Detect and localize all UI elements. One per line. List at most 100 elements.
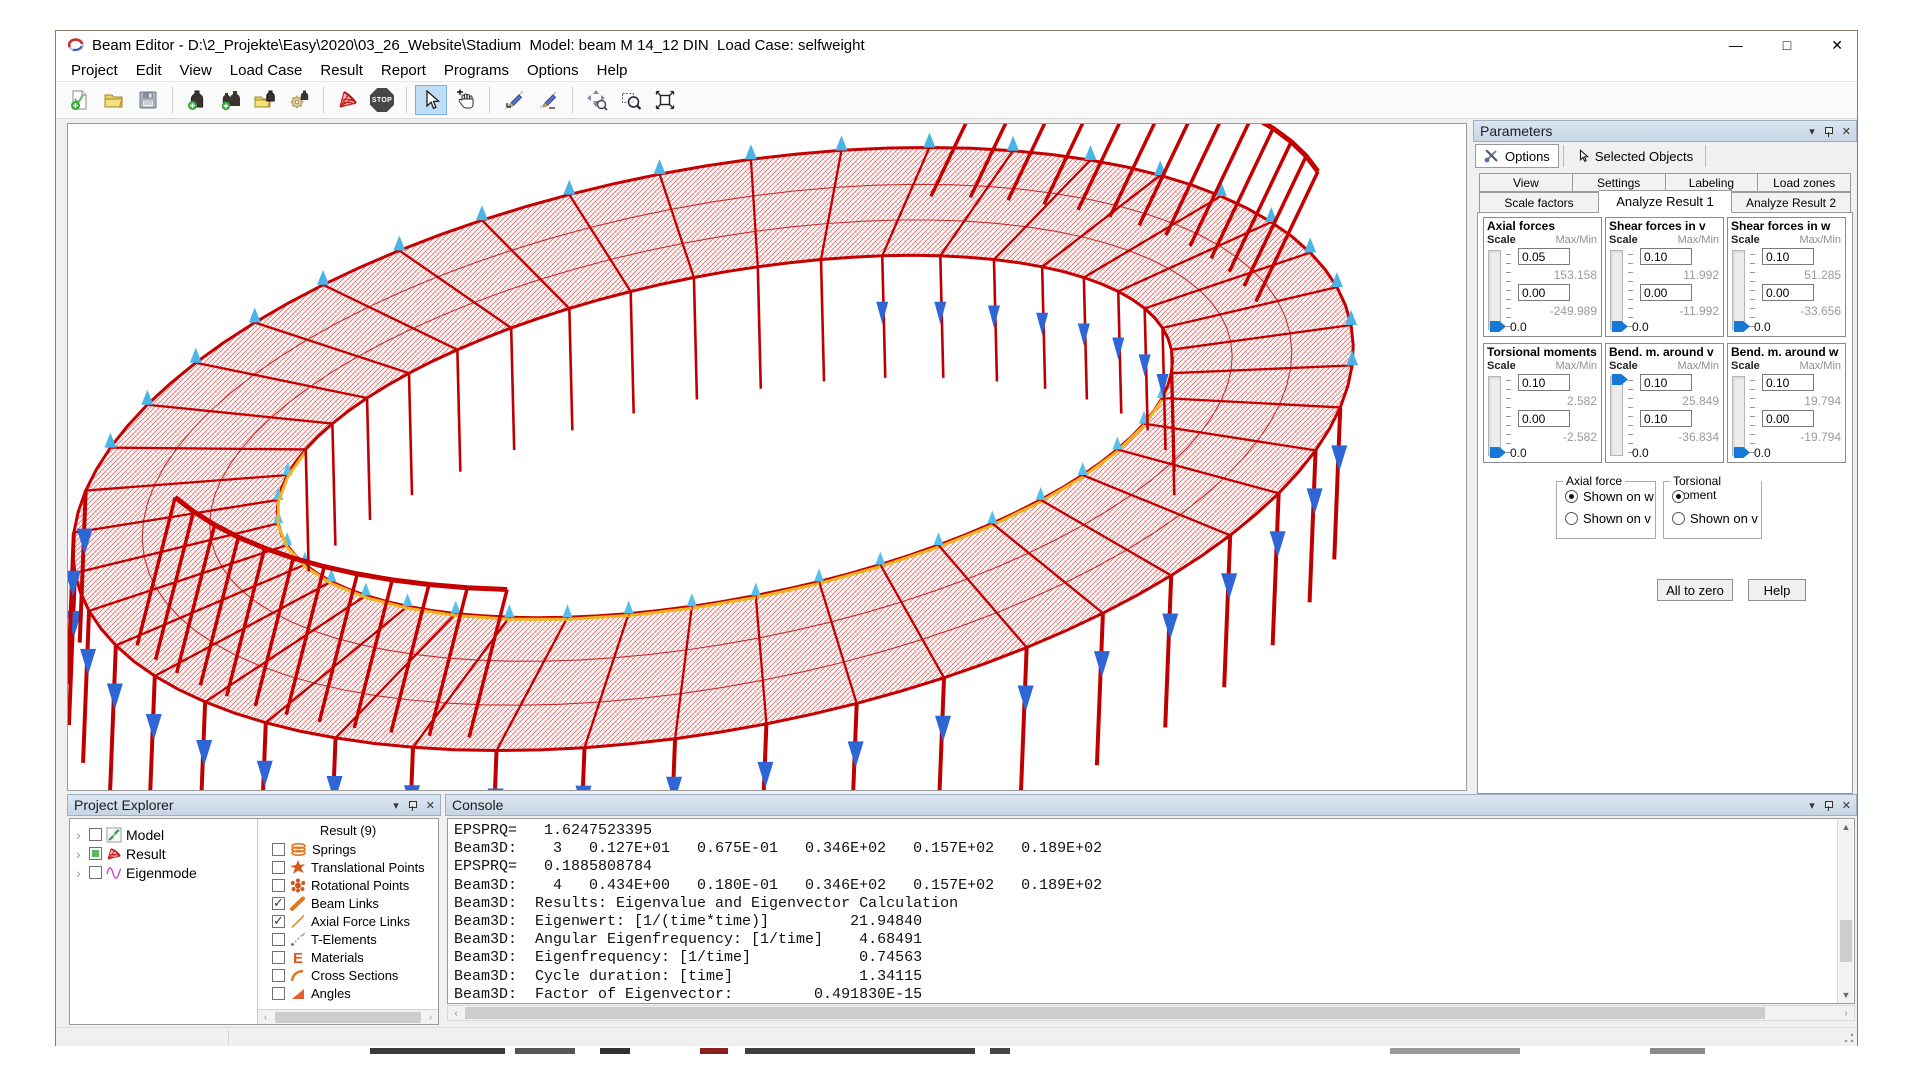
- slider-thumb[interactable]: [1490, 447, 1506, 458]
- tree-item-model[interactable]: › Model: [70, 825, 257, 844]
- scale-slider[interactable]: [1488, 250, 1501, 330]
- menu-help[interactable]: Help: [588, 60, 637, 81]
- tab-scale-factors[interactable]: Scale factors: [1479, 192, 1599, 213]
- maximize-button[interactable]: □: [1783, 37, 1791, 53]
- stop-button[interactable]: STOP: [366, 85, 398, 115]
- scale-min-input[interactable]: 0.00: [1518, 410, 1570, 427]
- project-explorer-header[interactable]: Project Explorer ▾ ✕: [67, 794, 441, 816]
- list-item-cross-sections[interactable]: Cross Sections: [258, 966, 438, 984]
- pin-icon[interactable]: [1824, 127, 1833, 138]
- move-view-button[interactable]: [581, 85, 613, 115]
- list-item-springs[interactable]: Springs: [258, 840, 438, 858]
- close-button[interactable]: ✕: [1831, 37, 1843, 54]
- checkbox[interactable]: [272, 987, 285, 1000]
- scroll-right-icon[interactable]: ›: [423, 1012, 438, 1023]
- loadcase-settings-button[interactable]: [283, 85, 315, 115]
- radio-icon[interactable]: [1672, 512, 1685, 525]
- scale-slider[interactable]: [1488, 376, 1501, 456]
- scale-max-input[interactable]: 0.10: [1762, 248, 1814, 265]
- scale-slider[interactable]: [1610, 250, 1623, 330]
- scroll-thumb[interactable]: [275, 1012, 421, 1023]
- scroll-down-icon[interactable]: ▼: [1838, 988, 1854, 1003]
- checkbox[interactable]: [272, 969, 285, 982]
- chevron-down-icon[interactable]: ▾: [1809, 127, 1815, 138]
- pin-icon[interactable]: [408, 801, 417, 812]
- all-to-zero-button[interactable]: All to zero: [1657, 579, 1733, 601]
- scale-max-input[interactable]: 0.05: [1518, 248, 1570, 265]
- close-icon[interactable]: ✕: [426, 801, 435, 812]
- help-button[interactable]: Help: [1748, 579, 1806, 601]
- scroll-left-icon[interactable]: ‹: [448, 1008, 464, 1019]
- checkbox[interactable]: [272, 861, 285, 874]
- console-header[interactable]: Console ▾ ✕: [445, 794, 1857, 816]
- console-vscrollbar[interactable]: ▲ ▼: [1837, 820, 1853, 1003]
- menu-options[interactable]: Options: [518, 60, 588, 81]
- checkbox[interactable]: [89, 847, 102, 860]
- slider-thumb[interactable]: [1612, 321, 1628, 332]
- list-item-angles[interactable]: Angles: [258, 984, 438, 1002]
- zoom-window-button[interactable]: [615, 85, 647, 115]
- checkbox[interactable]: [272, 951, 285, 964]
- expand-icon[interactable]: ›: [76, 828, 85, 842]
- scale-min-input[interactable]: 0.00: [1640, 284, 1692, 301]
- pin-icon[interactable]: [1824, 801, 1833, 812]
- expand-icon[interactable]: ›: [76, 847, 85, 861]
- show-results-button[interactable]: [332, 85, 364, 115]
- checkbox[interactable]: [272, 843, 285, 856]
- scroll-thumb[interactable]: [465, 1007, 1765, 1019]
- radio-icon[interactable]: [1565, 512, 1578, 525]
- select-cursor-button[interactable]: [415, 85, 447, 115]
- scale-max-input[interactable]: 0.10: [1518, 374, 1570, 391]
- save-model-button[interactable]: [132, 85, 164, 115]
- scale-slider[interactable]: [1732, 250, 1745, 330]
- checkbox[interactable]: [89, 828, 102, 841]
- tab-analyze-result-1[interactable]: Analyze Result 1: [1599, 190, 1732, 213]
- pan-button[interactable]: [449, 85, 481, 115]
- tab-selected-objects[interactable]: Selected Objects: [1568, 144, 1701, 168]
- add-loadcases-button[interactable]: [215, 85, 247, 115]
- scale-max-input[interactable]: 0.10: [1640, 248, 1692, 265]
- resize-grip-icon[interactable]: [1844, 1033, 1854, 1043]
- list-item-materials[interactable]: E Materials: [258, 948, 438, 966]
- list-item-t-elements[interactable]: T-Elements: [258, 930, 438, 948]
- menu-load-case[interactable]: Load Case: [221, 60, 312, 81]
- menu-result[interactable]: Result: [311, 60, 372, 81]
- parameters-header[interactable]: Parameters ▾ ✕: [1473, 120, 1857, 142]
- slider-thumb[interactable]: [1612, 374, 1628, 385]
- slider-thumb[interactable]: [1734, 447, 1750, 458]
- radio-shown-on-w[interactable]: Shown on w: [1565, 489, 1655, 504]
- scale-max-input[interactable]: 0.10: [1762, 374, 1814, 391]
- scroll-thumb[interactable]: [1840, 920, 1852, 962]
- checkbox[interactable]: [272, 933, 285, 946]
- tab-view[interactable]: View: [1479, 173, 1573, 192]
- open-loadcase-button[interactable]: [249, 85, 281, 115]
- checkbox[interactable]: [89, 866, 102, 879]
- tab-analyze-result-2[interactable]: Analyze Result 2: [1732, 192, 1851, 213]
- list-item-beam-links[interactable]: Beam Links: [258, 894, 438, 912]
- expand-icon[interactable]: ›: [76, 866, 85, 880]
- checkbox[interactable]: [272, 879, 285, 892]
- slider-thumb[interactable]: [1490, 321, 1506, 332]
- zoom-extents-button[interactable]: [649, 85, 681, 115]
- radio-shown-on-v[interactable]: Shown on v: [1565, 511, 1655, 526]
- menu-view[interactable]: View: [171, 60, 221, 81]
- menu-programs[interactable]: Programs: [435, 60, 518, 81]
- new-model-button[interactable]: [64, 85, 96, 115]
- checkbox[interactable]: [272, 915, 285, 928]
- scale-slider[interactable]: [1732, 376, 1745, 456]
- draw-beam-button[interactable]: [532, 85, 564, 115]
- minimize-button[interactable]: —: [1729, 37, 1743, 53]
- scale-min-input[interactable]: 0.10: [1640, 410, 1692, 427]
- open-model-button[interactable]: [98, 85, 130, 115]
- menu-edit[interactable]: Edit: [127, 60, 171, 81]
- chevron-down-icon[interactable]: ▾: [1809, 801, 1815, 812]
- menu-project[interactable]: Project: [62, 60, 127, 81]
- close-icon[interactable]: ✕: [1842, 801, 1851, 812]
- scroll-up-icon[interactable]: ▲: [1838, 820, 1854, 835]
- slider-thumb[interactable]: [1734, 321, 1750, 332]
- radio-icon[interactable]: [1672, 490, 1685, 503]
- scroll-left-icon[interactable]: ‹: [258, 1012, 273, 1023]
- chevron-down-icon[interactable]: ▾: [393, 801, 399, 812]
- scroll-right-icon[interactable]: ›: [1838, 1008, 1854, 1019]
- scale-min-input[interactable]: 0.00: [1762, 284, 1814, 301]
